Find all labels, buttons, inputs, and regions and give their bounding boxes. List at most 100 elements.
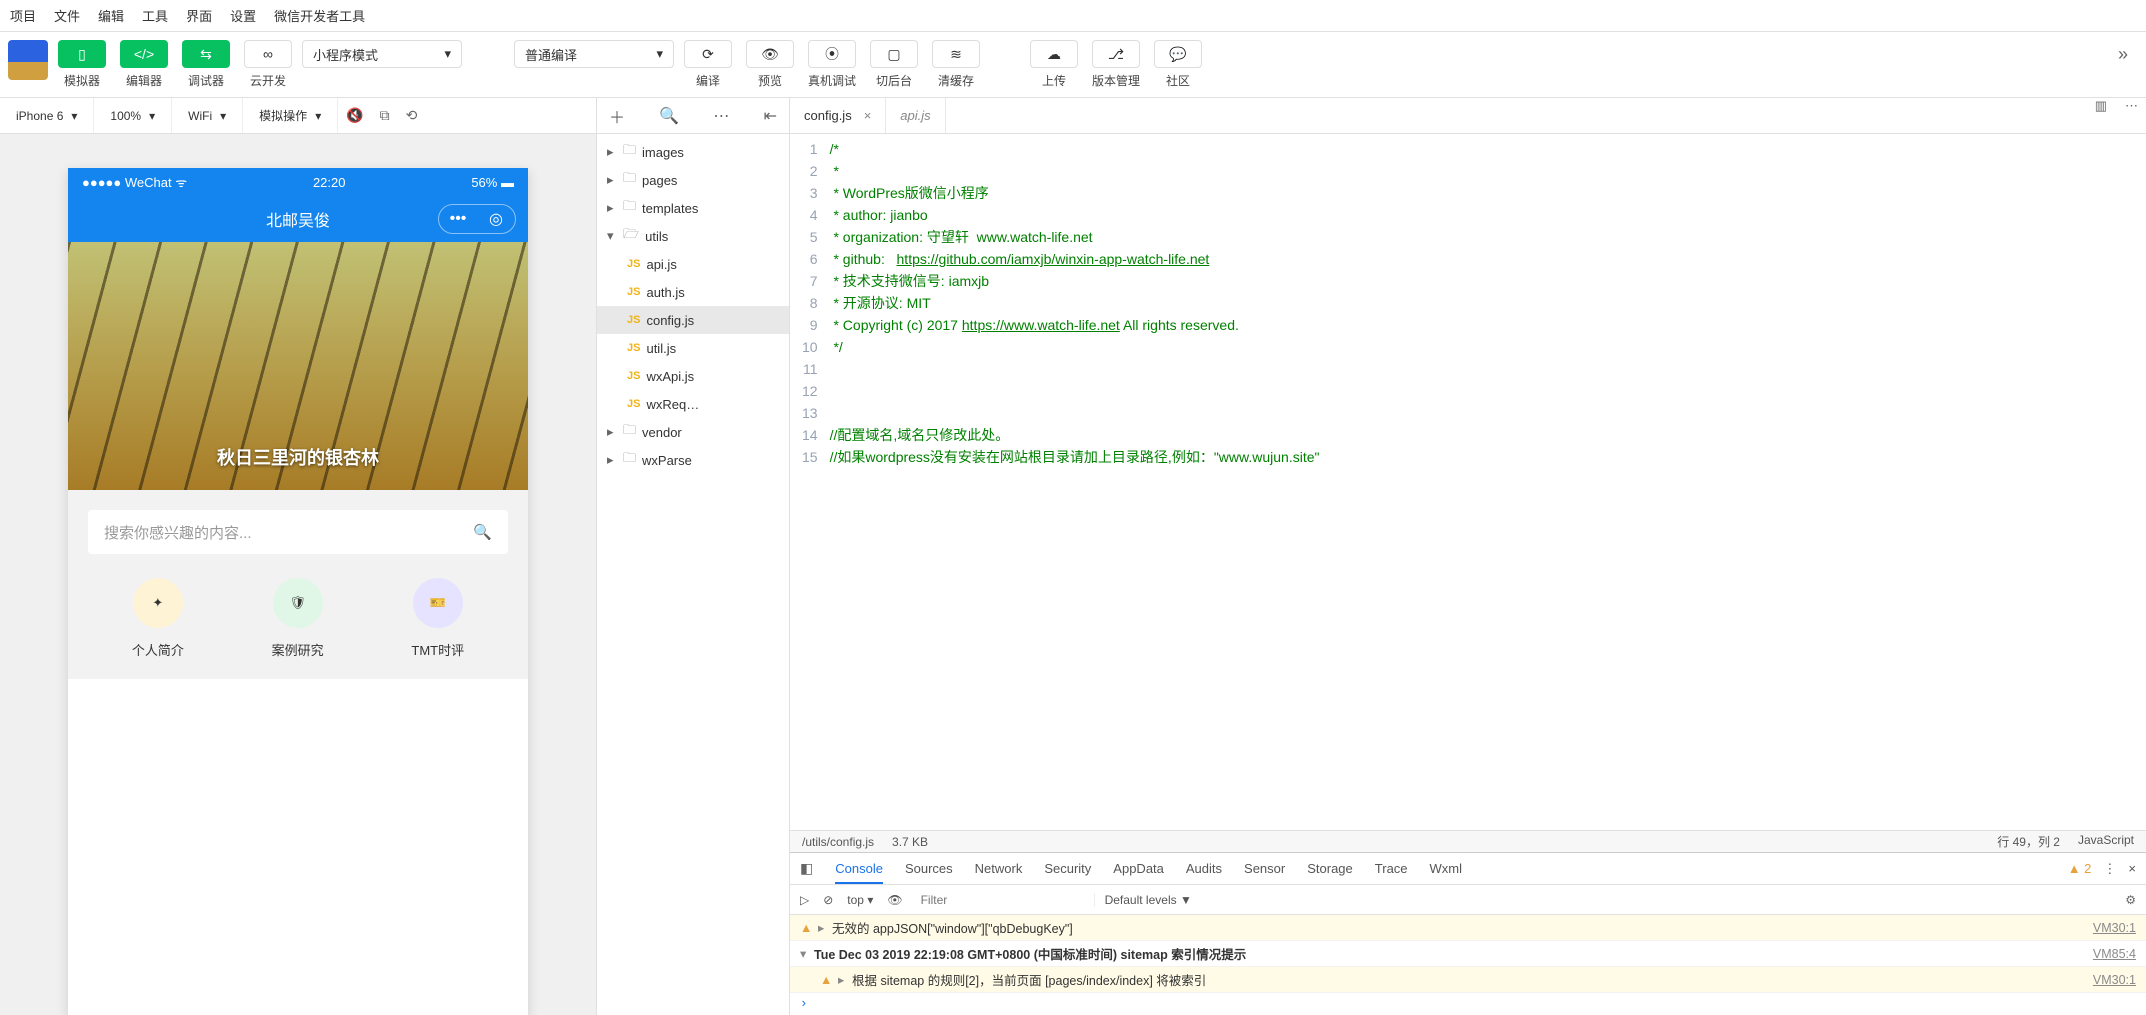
no-icon[interactable]: ⊘ [823, 893, 833, 907]
search-tree-icon[interactable]: 🔍 [659, 106, 679, 126]
code-editor[interactable]: 123456789101112131415 /* * * WordPres版微信… [790, 134, 2146, 830]
action-select[interactable]: 模拟操作▾ [243, 98, 338, 133]
cloud-button[interactable]: ∞云开发 [240, 40, 296, 89]
close-devtools-icon[interactable]: × [2128, 861, 2136, 876]
background-button[interactable]: ▢切后台 [866, 40, 922, 89]
tab-console[interactable]: Console [835, 861, 883, 884]
simulator-button[interactable]: ▯模拟器 [54, 40, 110, 89]
tab-security[interactable]: Security [1044, 861, 1091, 876]
tab-audits[interactable]: Audits [1186, 861, 1222, 876]
cat-case[interactable]: 🛡案例研究 [272, 578, 324, 659]
more-tabs-icon[interactable]: ⋯ [2117, 98, 2146, 133]
close-icon[interactable]: × [864, 108, 872, 123]
filter-input[interactable] [917, 889, 1080, 911]
file-wxreq[interactable]: JSwxReq… [597, 390, 789, 418]
gear-icon[interactable]: ⚙ [2125, 893, 2136, 907]
compile-button[interactable]: ⟳编译 [680, 40, 736, 89]
device-select[interactable]: iPhone 6▾ [0, 98, 94, 133]
warning-icon: ▲ [800, 921, 818, 935]
tab-wxml[interactable]: Wxml [1430, 861, 1463, 876]
file-auth[interactable]: JSauth.js [597, 278, 789, 306]
menu-item[interactable]: 项目 [10, 6, 36, 25]
tab-storage[interactable]: Storage [1307, 861, 1353, 876]
search-icon: 🔍 [473, 523, 492, 541]
version-button[interactable]: ⎇版本管理 [1088, 40, 1144, 89]
upload-button[interactable]: ☁上传 [1026, 40, 1082, 89]
file-wxapi[interactable]: JSwxApi.js [597, 362, 789, 390]
editor-button[interactable]: </>编辑器 [116, 40, 172, 89]
menu-item[interactable]: 界面 [186, 6, 212, 25]
remote-debug-button[interactable]: ⦿真机调试 [804, 40, 860, 89]
cat-profile[interactable]: ✦个人简介 [132, 578, 184, 659]
toolbar: ▯模拟器 </>编辑器 ⇆调试器 ∞云开发 小程序模式▾ 普通编译▾ ⟳编译 👁… [0, 32, 2146, 98]
menu-item[interactable]: 设置 [230, 6, 256, 25]
step-icon[interactable]: ▷ [800, 893, 809, 907]
folder-utils[interactable]: ▾🗁utils [597, 222, 789, 250]
mute-icon[interactable]: 🔇 [338, 107, 371, 124]
split-icon[interactable]: ▥ [2085, 98, 2117, 133]
shield-icon: 🛡 [273, 578, 323, 628]
menubar: 项目 文件 编辑 工具 界面 设置 微信开发者工具 [0, 0, 2146, 32]
warn-badge[interactable]: ▲ 2 [2068, 861, 2092, 876]
tab-sensor[interactable]: Sensor [1244, 861, 1285, 876]
menu-item[interactable]: 工具 [142, 6, 168, 25]
editor-panel: config.js× api.js ▥ ⋯ 123456789101112131… [790, 98, 2146, 1015]
copy-icon[interactable]: ⧉ [372, 107, 398, 124]
phone-preview: ●●●●● WeChat ᯤ22:2056% ▬ 北邮吴俊 •••◎ 秋日三里河… [68, 168, 528, 1015]
rotate-icon[interactable]: ⟲ [398, 107, 426, 124]
simulator-panel: iPhone 6▾ 100%▾ WiFi▾ 模拟操作▾ 🔇 ⧉ ⟲ ●●●●● … [0, 98, 596, 1015]
folder-images[interactable]: ▸🗀images [597, 138, 789, 166]
community-button[interactable]: 💬社区 [1150, 40, 1206, 89]
preview-button[interactable]: 👁预览 [742, 40, 798, 89]
tab-sources[interactable]: Sources [905, 861, 953, 876]
devtools: ◧ Console Sources Network Security AppDa… [790, 852, 2146, 1015]
add-icon[interactable]: ＋ [609, 104, 625, 128]
ticket-icon: 🎫 [413, 578, 463, 628]
debugger-button[interactable]: ⇆调试器 [178, 40, 234, 89]
folder-templates[interactable]: ▸🗀templates [597, 194, 789, 222]
file-api[interactable]: JSapi.js [597, 250, 789, 278]
clear-cache-button[interactable]: ≋清缓存 [928, 40, 984, 89]
target-icon: ◎ [477, 205, 515, 233]
log-row[interactable]: ▲▸根据 sitemap 的规则[2]，当前页面 [pages/index/in… [790, 967, 2146, 993]
kebab-icon[interactable]: ⋮ [2103, 861, 2116, 877]
levels-select[interactable]: Default levels ▼ [1094, 893, 1192, 907]
eye-icon[interactable]: 👁 [887, 893, 902, 907]
zoom-select[interactable]: 100%▾ [94, 98, 172, 133]
network-select[interactable]: WiFi▾ [172, 98, 243, 133]
cat-tmt[interactable]: 🎫TMT时评 [411, 578, 464, 659]
cover-image: 秋日三里河的银杏林 [68, 242, 528, 490]
capsule[interactable]: •••◎ [438, 204, 516, 234]
file-tree-panel: ＋ 🔍 ⋯ ⇤ ▸🗀images ▸🗀pages ▸🗀templates ▾🗁u… [596, 98, 790, 1015]
menu-item[interactable]: 文件 [54, 6, 80, 25]
compile-select[interactable]: 普通编译▾ [514, 40, 674, 68]
console-prompt[interactable]: › [790, 993, 2146, 1015]
menu-dots-icon: ••• [439, 205, 477, 233]
file-config[interactable]: JSconfig.js [597, 306, 789, 334]
tab-trace[interactable]: Trace [1375, 861, 1408, 876]
mode-select[interactable]: 小程序模式▾ [302, 40, 462, 68]
search-input[interactable]: 搜索你感兴趣的内容...🔍 [88, 510, 508, 554]
folder-wxparse[interactable]: ▸🗀wxParse [597, 446, 789, 474]
more-icon[interactable]: ⋯ [713, 106, 729, 126]
tab-appdata[interactable]: AppData [1113, 861, 1164, 876]
log-row[interactable]: ▾Tue Dec 03 2019 22:19:08 GMT+0800 (中国标准… [790, 941, 2146, 967]
warning-icon: ▲ [820, 973, 838, 987]
scope-select[interactable]: top ▾ [847, 893, 873, 907]
folder-pages[interactable]: ▸🗀pages [597, 166, 789, 194]
dock-icon[interactable]: ◧ [800, 860, 813, 877]
file-util[interactable]: JSutil.js [597, 334, 789, 362]
tab-api[interactable]: api.js [886, 98, 945, 133]
menu-item[interactable]: 微信开发者工具 [274, 6, 365, 25]
star-icon: ✦ [133, 578, 183, 628]
page-title: 北邮吴俊 [266, 207, 330, 231]
folder-vendor[interactable]: ▸🗀vendor [597, 418, 789, 446]
project-thumb [8, 40, 48, 80]
collapse-icon[interactable]: ⇤ [764, 106, 777, 126]
tab-network[interactable]: Network [975, 861, 1023, 876]
log-row[interactable]: ▲▸无效的 appJSON["window"]["qbDebugKey"]VM3… [790, 915, 2146, 941]
menu-item[interactable]: 编辑 [98, 6, 124, 25]
more-icon[interactable]: » [2108, 40, 2138, 69]
status-bar: /utils/config.js3.7 KB 行 49，列 2JavaScrip… [790, 830, 2146, 852]
tab-config[interactable]: config.js× [790, 98, 886, 133]
